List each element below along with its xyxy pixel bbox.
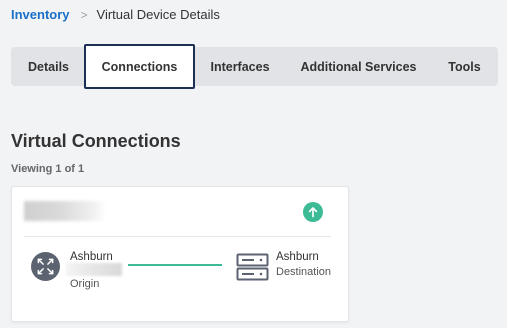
origin-port-redacted [66, 263, 122, 276]
server-rack-icon [236, 253, 269, 281]
viewing-count: Viewing 1 of 1 [11, 163, 85, 175]
destination-label: Destination [276, 266, 332, 278]
cross-connect-icon [31, 252, 60, 281]
destination-city: Ashburn [276, 251, 319, 263]
connection-card[interactable]: Ashburn Origin Ashburn Destination [11, 186, 349, 322]
tab-details[interactable]: Details [15, 47, 82, 86]
arrow-up-icon [303, 202, 323, 222]
tab-additional-services[interactable]: Additional Services [293, 47, 424, 86]
connection-name-redacted [24, 201, 106, 221]
origin-label: Origin [70, 278, 100, 290]
origin-city: Ashburn [70, 251, 113, 263]
tab-bar: Details Connections Interfaces Additiona… [11, 44, 498, 89]
card-divider [24, 236, 331, 237]
breadcrumb: Inventory > Virtual Device Details [11, 7, 220, 22]
tab-interfaces[interactable]: Interfaces [197, 47, 283, 86]
section-title: Virtual Connections [11, 131, 181, 151]
breadcrumb-inventory-link[interactable]: Inventory [11, 7, 70, 22]
connection-link-line [128, 264, 222, 266]
tab-connections[interactable]: Connections [84, 44, 195, 89]
breadcrumb-current: Virtual Device Details [96, 7, 220, 22]
tab-tools[interactable]: Tools [431, 47, 498, 86]
breadcrumb-separator: > [80, 7, 88, 22]
